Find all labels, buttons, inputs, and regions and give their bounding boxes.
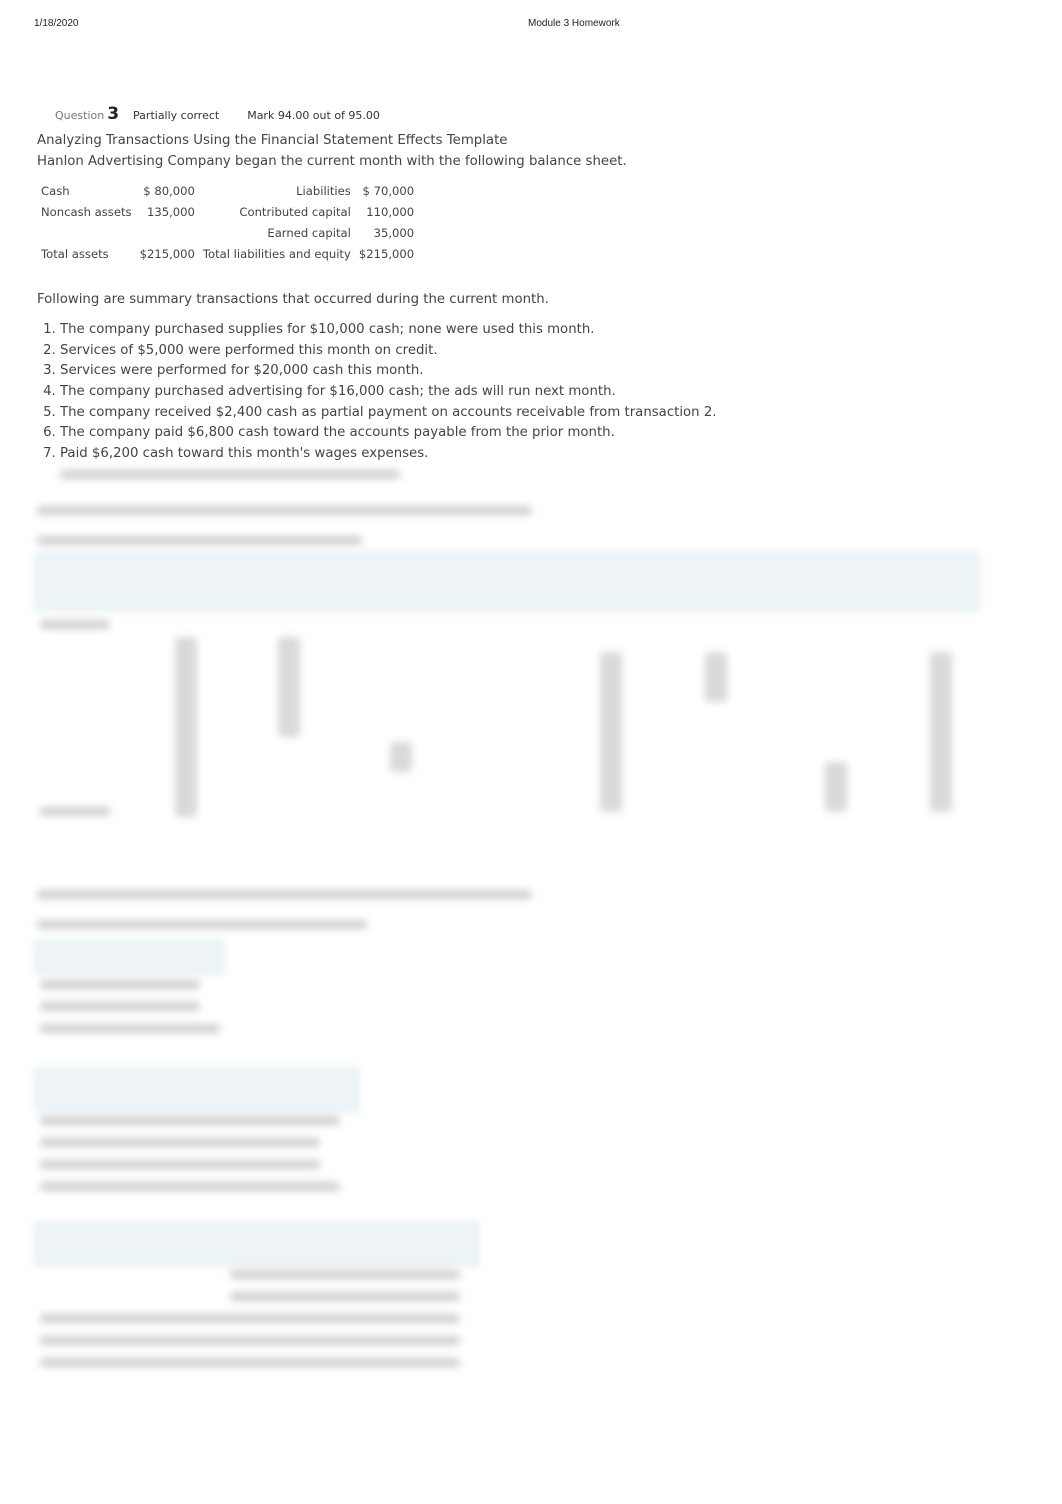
blurred-column xyxy=(600,652,622,812)
blurred-cell xyxy=(40,807,110,816)
blurred-text-line xyxy=(37,506,532,515)
bs-left-value xyxy=(136,222,199,243)
blurred-text-line xyxy=(40,1116,340,1125)
blurred-text-line xyxy=(37,890,532,899)
blurred-column xyxy=(705,652,727,702)
bs-right-label: Earned capital xyxy=(267,225,351,240)
bs-left-value: 135,000 xyxy=(146,204,195,219)
transaction-item: Paid $6,200 cash toward this month's wag… xyxy=(60,444,717,465)
blurred-statement-box xyxy=(35,1068,359,1112)
question-title: Analyzing Transactions Using the Financi… xyxy=(37,133,508,148)
blurred-text-line xyxy=(37,920,367,929)
blurred-text-line xyxy=(230,1292,460,1301)
blurred-text-line xyxy=(40,1024,220,1033)
transaction-item: The company paid $6,800 cash toward the … xyxy=(60,423,717,444)
transaction-item: The company purchased advertising for $1… xyxy=(60,382,717,403)
blurred-effects-template-body xyxy=(35,612,975,822)
question-number: 3 xyxy=(107,104,120,124)
bs-right-value: 35,000 xyxy=(373,225,415,240)
transaction-item: The company received $2,400 cash as part… xyxy=(60,403,717,424)
bs-right-value: 110,000 xyxy=(366,204,415,219)
question-state: Partially correct xyxy=(133,109,220,122)
blurred-effects-template-header xyxy=(35,552,979,611)
transactions-intro: Following are summary transactions that … xyxy=(37,292,549,307)
blurred-column xyxy=(825,762,847,812)
balance-sheet-row: Total assets $215,000 Total liabilities … xyxy=(37,243,418,264)
bs-right-value: $ 70,000 xyxy=(362,183,415,198)
blurred-text-line xyxy=(40,1160,320,1169)
transaction-item: The company purchased supplies for $10,0… xyxy=(60,320,717,341)
print-title: Module 3 Homework xyxy=(528,18,620,29)
bs-right-label: Contributed capital xyxy=(239,204,351,219)
balance-sheet-row: Noncash assets 135,000 Contributed capit… xyxy=(37,201,418,222)
blurred-column xyxy=(175,637,197,817)
question-mark: Mark 94.00 out of 95.00 xyxy=(247,109,380,122)
transactions-list: The company purchased supplies for $10,0… xyxy=(38,320,717,465)
transaction-item: Services of $5,000 were performed this m… xyxy=(60,341,717,362)
blurred-cell xyxy=(40,620,110,629)
blurred-text-line xyxy=(40,1314,460,1323)
blurred-column xyxy=(278,637,300,737)
blurred-column xyxy=(390,742,412,772)
balance-sheet-row: Cash $ 80,000 Liabilities $ 70,000 xyxy=(37,180,418,201)
blurred-text-line xyxy=(230,1270,460,1279)
bs-left-label xyxy=(37,222,136,243)
balance-sheet-row: Earned capital 35,000 xyxy=(37,222,418,243)
bs-right-value: $215,000 xyxy=(358,246,415,261)
question-intro-text: Hanlon Advertising Company began the cur… xyxy=(37,154,627,169)
bs-left-label: Total assets xyxy=(41,246,109,261)
blurred-text-line xyxy=(40,1358,460,1367)
blurred-text-line xyxy=(40,1138,320,1147)
bs-right-label: Total liabilities and equity xyxy=(202,246,351,261)
blurred-text-line xyxy=(60,470,400,479)
question-info: Question 3 Partially correct Mark 94.00 … xyxy=(55,104,380,124)
blurred-column xyxy=(930,652,952,812)
bs-left-value: $215,000 xyxy=(139,246,195,261)
blurred-text-line xyxy=(40,980,200,989)
bs-right-label: Liabilities xyxy=(296,183,351,198)
blurred-text-line xyxy=(37,536,362,545)
blurred-statement-box xyxy=(35,940,224,974)
bs-left-value: $ 80,000 xyxy=(143,183,195,198)
blurred-statement-box xyxy=(35,1222,479,1266)
question-label: Question xyxy=(55,109,105,122)
bs-left-label: Noncash assets xyxy=(41,204,132,219)
blurred-text-line xyxy=(40,1336,460,1345)
print-date: 1/18/2020 xyxy=(34,18,79,29)
blurred-text-line xyxy=(40,1182,340,1191)
transaction-item: Services were performed for $20,000 cash… xyxy=(60,361,717,382)
blurred-text-line xyxy=(40,1002,200,1011)
bs-left-label: Cash xyxy=(41,183,70,198)
balance-sheet-table: Cash $ 80,000 Liabilities $ 70,000 Nonca… xyxy=(37,180,418,264)
